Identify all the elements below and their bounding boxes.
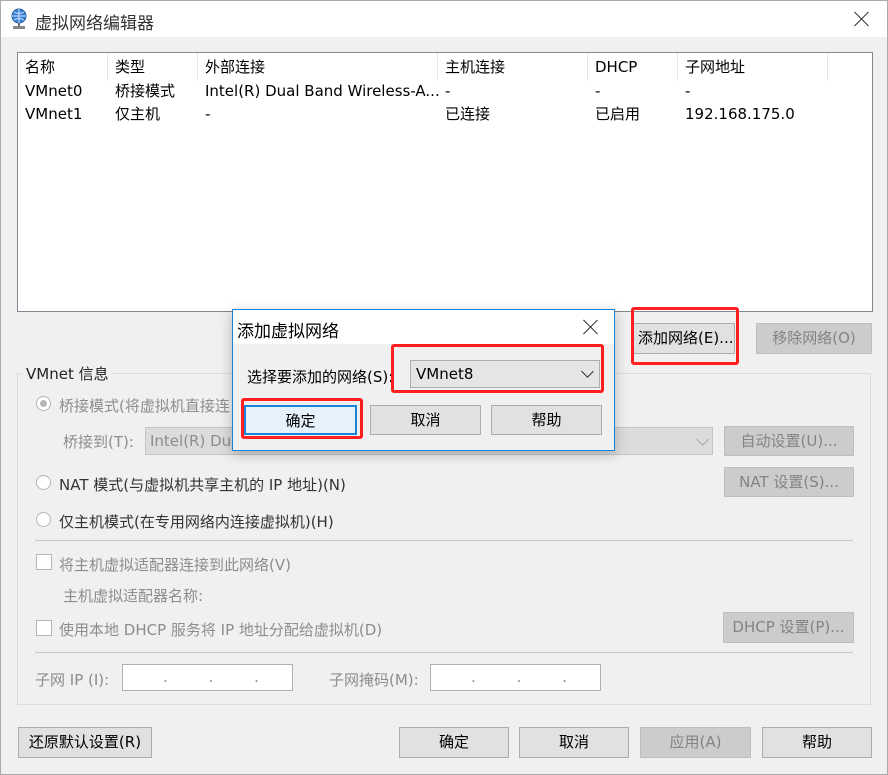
column-header-subnet[interactable]: 子网地址 [678, 53, 828, 81]
bridged-mode-radio[interactable] [36, 396, 51, 411]
cancel-button[interactable]: 取消 [519, 727, 629, 758]
chevron-down-icon [696, 433, 709, 446]
select-network-label: 选择要添加的网络(S): [247, 368, 394, 386]
remove-network-button[interactable]: 移除网络(O) [756, 323, 872, 354]
cell-subnet: - [685, 82, 691, 100]
add-network-button[interactable]: 添加网络(E)... [633, 323, 735, 354]
cell-name: VMnet0 [25, 82, 83, 100]
cell-type: 桥接模式 [115, 82, 176, 100]
nat-settings-button[interactable]: NAT 设置(S)... [724, 467, 854, 497]
cell-external: - [205, 105, 211, 123]
host-only-label: 仅主机模式(在专用网络内连接虚拟机)(H) [59, 513, 334, 531]
cell-subnet: 192.168.175.0 [685, 105, 795, 123]
window-close-button[interactable] [847, 5, 877, 33]
window-title: 虚拟网络编辑器 [35, 14, 154, 34]
nat-mode-label: NAT 模式(与虚拟机共享主机的 IP 地址)(N) [59, 476, 346, 494]
use-dhcp-checkbox[interactable] [36, 620, 52, 636]
title-bar: 虚拟网络编辑器 [1, 1, 887, 37]
bridged-mode-label: 桥接模式(将虚拟机直接连 [59, 397, 230, 415]
add-virtual-network-dialog: 添加虚拟网络 选择要添加的网络(S): VMnet8 确定 取消 帮助 [232, 309, 615, 451]
adapter-name-label: 主机虚拟适配器名称: [63, 587, 204, 605]
host-only-radio[interactable] [36, 512, 51, 527]
subnet-mask-input[interactable]: . . . [430, 664, 601, 691]
cell-type: 仅主机 [115, 105, 161, 123]
network-select-value: VMnet8 [416, 365, 474, 383]
divider [35, 540, 853, 541]
restore-defaults-button[interactable]: 还原默认设置(R) [18, 727, 152, 758]
dhcp-settings-button[interactable]: DHCP 设置(P)... [723, 612, 854, 643]
use-dhcp-label: 使用本地 DHCP 服务将 IP 地址分配给虚拟机(D) [59, 621, 383, 639]
dialog-help-button[interactable]: 帮助 [491, 405, 602, 435]
apply-button[interactable]: 应用(A) [640, 727, 751, 758]
nat-mode-radio[interactable] [36, 475, 51, 490]
column-header-type[interactable]: 类型 [108, 53, 198, 81]
cell-dhcp: 已启用 [595, 105, 641, 123]
ok-button[interactable]: 确定 [399, 727, 509, 758]
column-header-external[interactable]: 外部连接 [198, 53, 438, 81]
cell-host: - [445, 82, 451, 100]
dialog-close-button[interactable] [577, 313, 605, 341]
network-list[interactable]: 名称 类型 外部连接 主机连接 DHCP 子网地址 VMnet0 桥接模式 In… [17, 52, 873, 312]
connect-adapter-checkbox[interactable] [36, 554, 52, 570]
bridged-to-label: 桥接到(T): [63, 433, 134, 451]
cell-external: Intel(R) Dual Band Wireless-A... [205, 82, 440, 100]
dialog-cancel-button[interactable]: 取消 [370, 405, 481, 435]
cell-dhcp: - [595, 82, 601, 100]
dialog-ok-button[interactable]: 确定 [244, 405, 357, 435]
column-header-name[interactable]: 名称 [18, 53, 108, 81]
chevron-down-icon [581, 365, 594, 378]
auto-settings-button[interactable]: 自动设置(U)... [724, 426, 854, 456]
bridged-to-value: Intel(R) Dua [150, 432, 241, 450]
cell-name: VMnet1 [25, 105, 83, 123]
network-globe-icon [11, 8, 27, 29]
dialog-title-bar: 添加虚拟网络 [233, 310, 614, 344]
vmnet-info-title: VMnet 信息 [23, 363, 112, 384]
subnet-ip-dots: . . . [163, 668, 277, 686]
dialog-title: 添加虚拟网络 [237, 322, 339, 342]
subnet-ip-label: 子网 IP (I): [35, 671, 110, 689]
column-header-host[interactable]: 主机连接 [438, 53, 588, 81]
subnet-ip-input[interactable]: . . . [122, 664, 293, 691]
network-select[interactable]: VMnet8 [410, 360, 600, 388]
divider [35, 652, 853, 653]
subnet-mask-label: 子网掩码(M): [329, 671, 419, 689]
help-button[interactable]: 帮助 [762, 727, 872, 758]
column-header-dhcp[interactable]: DHCP [588, 53, 678, 81]
subnet-mask-dots: . . . [471, 668, 585, 686]
connect-adapter-label: 将主机虚拟适配器连接到此网络(V) [59, 556, 291, 574]
cell-host: 已连接 [445, 105, 491, 123]
